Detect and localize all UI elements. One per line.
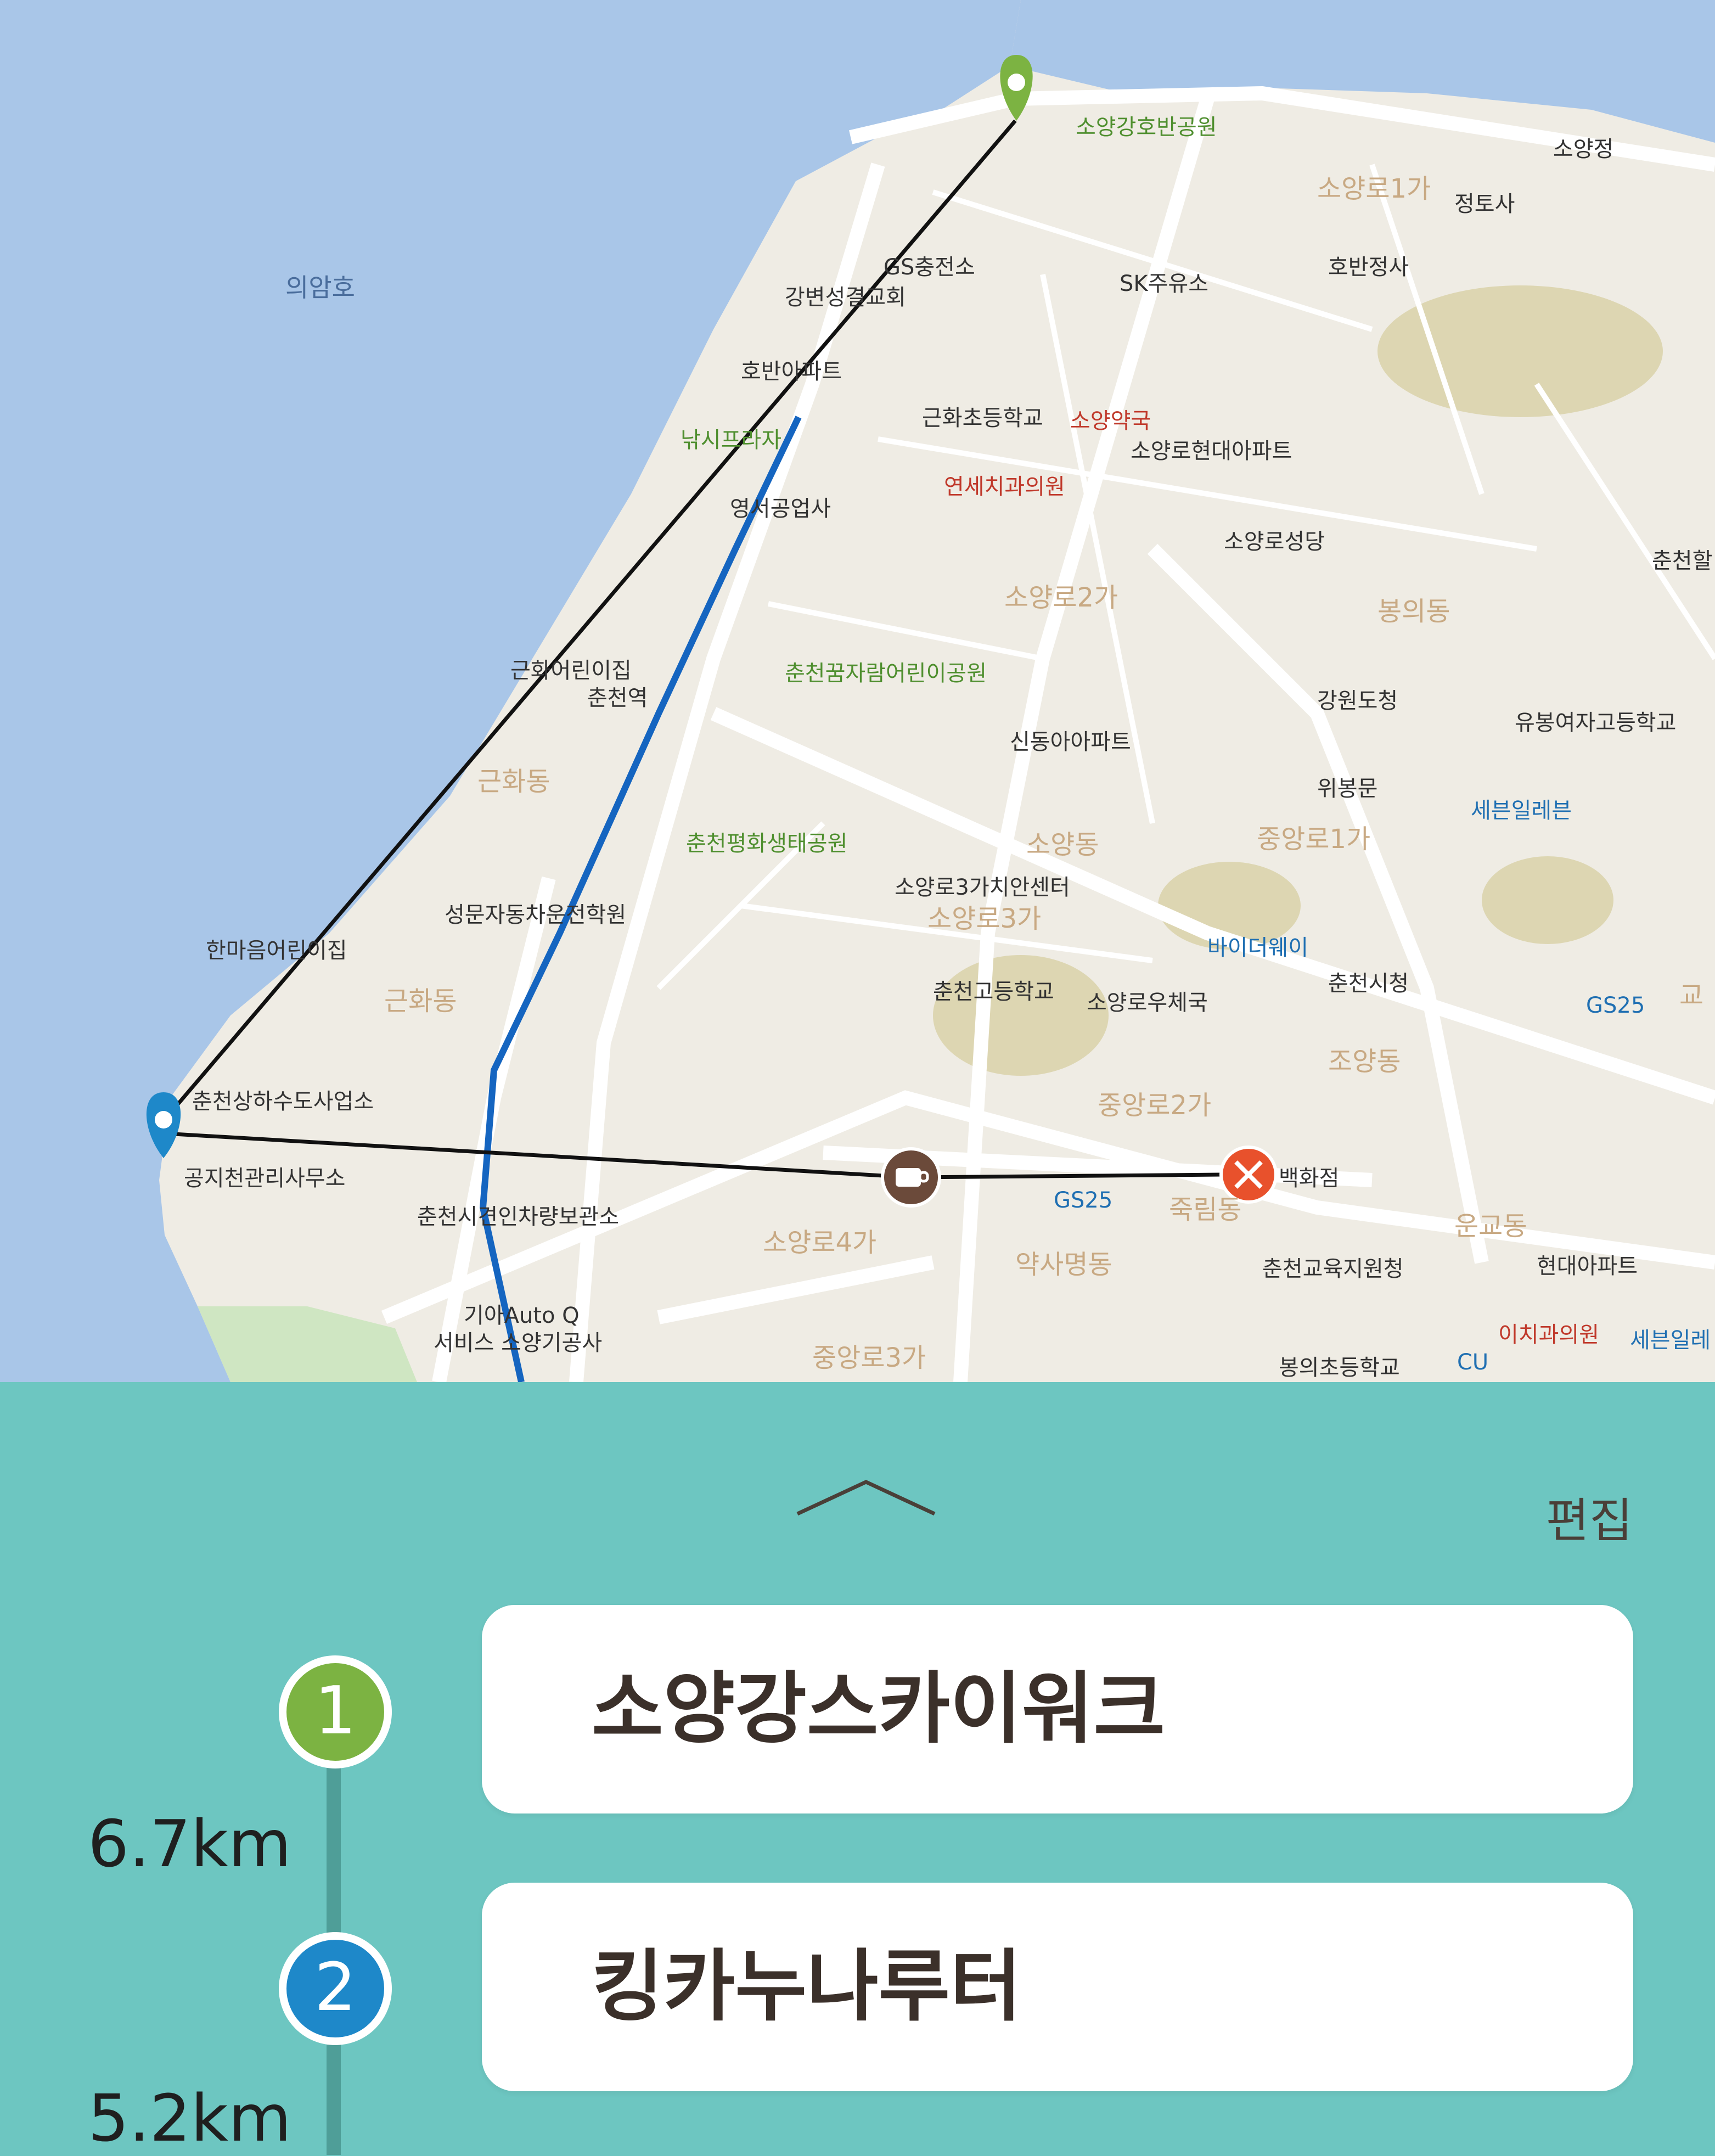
map-label: 봉의초등학교 [1279,1355,1400,1380]
map-label: 중앙로2가 [1098,1090,1211,1121]
map-label: 신동아아파트 [1010,729,1131,755]
map-label: 춘천역 [587,686,648,711]
map-label: 근화초등학교 [922,406,1043,431]
hill-area [1482,856,1613,944]
stop-name: 킹카누나루터 [592,1941,1022,2032]
map-label: 소양로성당 [1224,529,1325,554]
map-label: 호반아파트 [741,359,842,384]
map-label: 소양로4가 [763,1227,876,1258]
map-label: 봉의동 [1377,596,1450,627]
map-label: 소양로현대아파트 [1131,439,1292,464]
map-label: 한마음어린이집 [206,938,347,963]
map-label: 세븐일레븐 [1471,798,1572,823]
map-label: SK주유소 [1120,271,1208,296]
map-label: 약사명동 [1015,1249,1112,1280]
map-label: 소양로1가 [1317,173,1431,204]
map-label: 죽림동 [1169,1194,1241,1225]
map-label: 강변성결교회 [785,285,906,310]
map-label: 영서공업사 [730,496,831,521]
stop-number-badge: 2 [279,1932,392,2045]
map-label: 중앙로3가 [812,1343,926,1373]
distance-label: 6.7km [88,1806,291,1882]
map-label: 춘천시견인차량보관소 [417,1204,619,1229]
map-label: 춘천할 [1652,548,1712,574]
map-label: 춘천시청 [1328,971,1409,996]
edit-button[interactable]: 편집 [1546,1482,1633,1551]
map-label: 공지천관리사무소 [184,1166,345,1191]
map-label: 운교동 [1454,1211,1527,1242]
map-label: 위봉문 [1317,776,1377,801]
map-label: 호반정사 [1328,255,1409,280]
map-label: 소양로3가 [927,903,1041,934]
map-label: 백화점 [1279,1166,1339,1191]
distance-label: 5.2km [88,2080,291,2156]
map-label: 근화동 [384,986,457,1017]
map-label: GS25 [1054,1188,1112,1213]
school-ground [933,955,1109,1076]
stop-card[interactable]: 소양강스카이워크 [482,1605,1633,1813]
map-label: 근화동 [477,766,550,797]
map-view[interactable]: 의암호 소양강호반공원 소양정 소양로1가 정토사 GS충전소 강변성결교회 S… [0,0,1715,1382]
map-label: 세븐일레 [1630,1328,1711,1353]
map-label: 조양동 [1328,1046,1401,1077]
stop-card[interactable]: 킹카누나루터 [482,1883,1633,2091]
map-label: 정토사 [1454,192,1515,217]
map-label: 소양로2가 [1004,582,1118,613]
map-label: 춘천상하수도사업소 [192,1089,374,1114]
map-label: 중앙로1가 [1257,824,1370,855]
map-label: 기아Auto Q [464,1303,580,1328]
map-label: 소양동 [1026,829,1099,860]
map-label: GS충전소 [884,255,975,280]
map-label: 낚시프라자 [681,428,781,453]
lake-label: 의암호 [285,273,355,302]
map-label: 근화어린이집 [510,658,632,683]
map-label: 이치과의원 [1498,1322,1599,1348]
map-label: 소양약국 [1070,408,1151,434]
map-label: 춘천교육지원청 [1262,1256,1404,1282]
map-label: 성문자동차운전학원 [445,902,626,928]
map-label: 현대아파트 [1537,1254,1638,1279]
map-label: 바이더웨이 [1207,935,1308,961]
map-label: 춘천고등학교 [933,979,1054,1004]
map-label: 소양로3가치안센터 [895,875,1070,900]
map-label: 서비스 소양기공사 [434,1330,602,1356]
map-label: 소양로우체국 [1087,990,1208,1015]
map-label: 소양정 [1553,137,1613,162]
map-label: 강원도청 [1317,688,1398,714]
map-label: 유봉여자고등학교 [1515,710,1676,735]
stop-name: 소양강스카이워크 [592,1664,1166,1754]
map-label: 춘천평화생태공원 [686,831,847,856]
restaurant-marker-icon[interactable] [1219,1146,1278,1204]
map-label: 소양강호반공원 [1076,115,1217,140]
chevron-up-icon[interactable] [795,1475,937,1519]
map-label: GS25 [1586,993,1645,1018]
map-label: 교 [1679,980,1703,1011]
map-label: CU [1457,1350,1488,1375]
map-label: 춘천꿈자람어린이공원 [785,661,987,686]
map-label: 연세치과의원 [944,474,1065,499]
cafe-marker-icon[interactable] [881,1147,941,1208]
stop-number-badge: 1 [279,1655,392,1768]
